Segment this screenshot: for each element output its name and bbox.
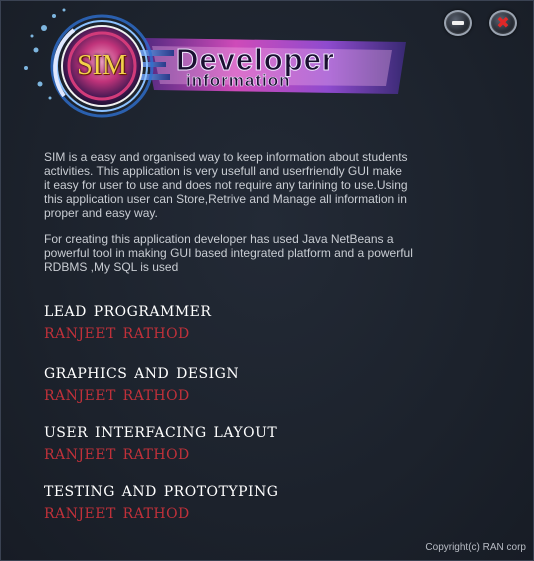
description-paragraph-1: SIM is a easy and organised way to keep … — [44, 150, 408, 220]
credit-testing-prototyping: Testing and Prototyping Ranjeet Rathod — [44, 478, 278, 522]
logo-sim-text: SIM — [77, 50, 127, 81]
credit-name: Ranjeet Rathod — [44, 440, 190, 464]
credit-user-interfacing-layout: User Interfacing Layout Ranjeet Rathod — [44, 419, 277, 463]
credit-role: Testing and Prototyping — [44, 477, 279, 501]
credit-name: Ranjeet Rathod — [44, 381, 190, 405]
credit-role: Graphics and Design — [44, 359, 240, 383]
logo-title-information: information — [186, 71, 291, 90]
developer-information-logo: SIM Developer information — [14, 6, 414, 126]
credit-role: Lead Programmer — [44, 297, 212, 321]
description-paragraph-2: For creating this application developer … — [44, 232, 413, 274]
credit-lead-programmer: Lead Programmer Ranjeet Rathod — [44, 298, 211, 342]
close-icon: ✖ — [496, 13, 510, 32]
minimize-button[interactable] — [444, 10, 472, 36]
credit-name: Ranjeet Rathod — [44, 499, 190, 523]
minimize-icon — [452, 21, 464, 25]
credit-graphics-design: Graphics and Design Ranjeet Rathod — [44, 360, 239, 404]
application-description: SIM is a easy and organised way to keep … — [44, 150, 464, 274]
copyright-text: Copyright(c) RAN corp — [425, 542, 526, 553]
credit-role: User Interfacing Layout — [44, 418, 278, 442]
credit-name: Ranjeet Rathod — [44, 319, 190, 343]
close-button[interactable]: ✖ — [489, 10, 517, 36]
